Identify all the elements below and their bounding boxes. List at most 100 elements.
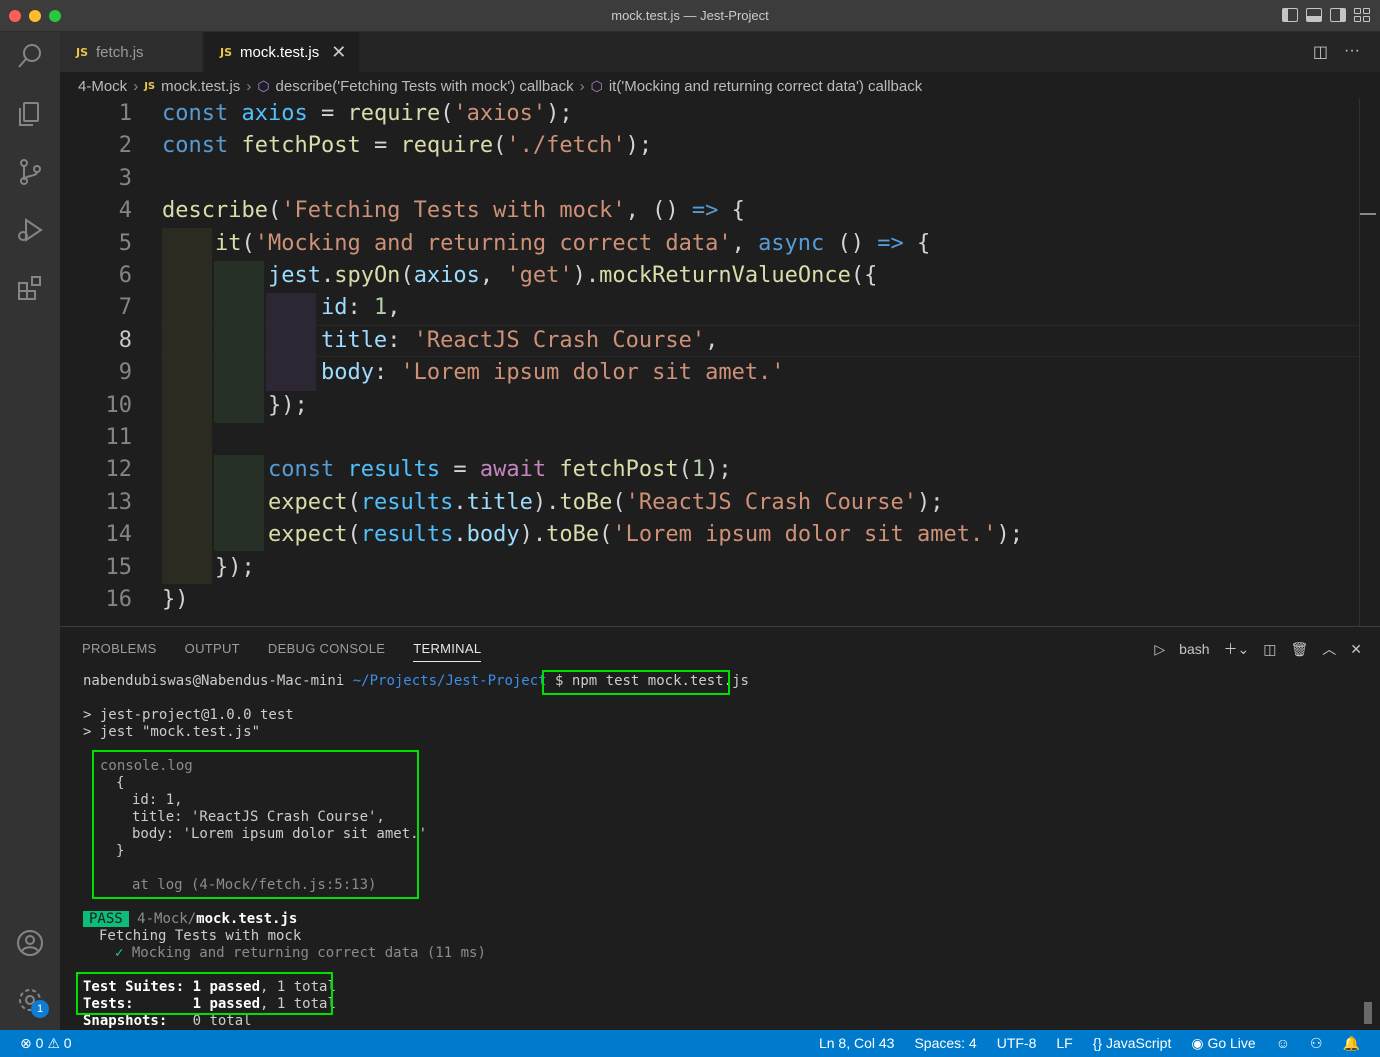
line-number: 14 (105, 522, 133, 547)
tab-problems[interactable]: PROBLEMS (82, 641, 157, 662)
javascript-file-icon: JS (144, 80, 156, 92)
line-number: 2 (118, 133, 132, 158)
line-number: 15 (105, 555, 133, 580)
window-title: mock.test.js — Jest-Project (611, 8, 769, 23)
line-number: 5 (118, 231, 132, 256)
notifications-bell-icon[interactable]: 🔔 (1343, 1035, 1360, 1052)
customize-layout-icon[interactable] (1354, 8, 1370, 22)
code-line: }); (162, 393, 308, 418)
code-line: expect(results.title).toBe('ReactJS Cras… (267, 490, 944, 515)
toggle-sidebar-icon[interactable] (1282, 8, 1298, 22)
new-terminal-icon[interactable]: ＋⌄ (1224, 639, 1250, 659)
code-line: body: 'Lorem ipsum dolor sit amet.' (320, 360, 785, 385)
split-editor-icon[interactable]: ◫ (1313, 42, 1328, 62)
error-icon: ⊗ (20, 1035, 32, 1051)
line-number: 8 (118, 328, 132, 353)
breadcrumb-describe[interactable]: describe('Fetching Tests with mock') cal… (276, 78, 574, 95)
search-icon[interactable] (14, 40, 46, 72)
chevron-right-icon: › (246, 77, 252, 95)
line-number: 6 (118, 263, 132, 288)
maximize-panel-icon[interactable]: ︿ (1322, 639, 1336, 659)
tab-mock-test-js[interactable]: JS mock.test.js ✕ (204, 32, 359, 72)
terminal-output-line: > jest-project@1.0.0 test (83, 707, 294, 723)
run-debug-icon[interactable] (14, 214, 46, 246)
broadcast-icon: ◉ (1191, 1035, 1204, 1051)
overview-ruler-cursor (1360, 213, 1376, 215)
code-editor[interactable]: 1 const axios = require('axios'); 2 const … (60, 98, 1380, 626)
line-number: 3 (118, 166, 132, 191)
code-line: const results = await fetchPost(1); (267, 457, 732, 482)
line-number: 16 (105, 587, 133, 612)
terminal-shell-name[interactable]: bash (1179, 641, 1209, 657)
line-number: 7 (118, 295, 132, 320)
tab-label: mock.test.js (240, 43, 320, 61)
settings-update-badge: 1 (31, 1000, 49, 1018)
terminal-scrollbar-thumb[interactable] (1364, 1002, 1372, 1024)
language-mode[interactable]: {} JavaScript (1093, 1035, 1172, 1052)
code-line: }); (162, 555, 255, 580)
tab-output[interactable]: OUTPUT (185, 641, 240, 662)
go-live-button[interactable]: ◉ Go Live (1191, 1035, 1255, 1052)
code-line: describe('Fetching Tests with mock', () … (162, 198, 745, 223)
copilot-icon[interactable]: ☺ (1276, 1035, 1290, 1052)
close-tab-icon[interactable]: ✕ (331, 42, 346, 63)
code-line: const fetchPost = require('./fetch'); (162, 133, 653, 158)
symbol-method-icon: ⬡ (257, 77, 270, 94)
trash-icon[interactable]: 🗑 (1290, 641, 1308, 658)
test-result-line: PASS 4-Mock/mock.test.js (83, 911, 297, 928)
editor-scrollbar[interactable] (1359, 98, 1360, 626)
cursor-position[interactable]: Ln 8, Col 43 (819, 1035, 895, 1052)
chevron-right-icon: › (133, 77, 139, 95)
more-actions-icon[interactable]: ··· (1344, 42, 1360, 62)
tab-fetch-js[interactable]: JS fetch.js (60, 32, 203, 72)
activity-bar (0, 32, 60, 1030)
javascript-file-icon: JS (76, 45, 89, 59)
line-number: 11 (105, 425, 133, 450)
summary-highlight-box (76, 972, 333, 1015)
eol-status[interactable]: LF (1056, 1035, 1072, 1052)
test-suite-name: Fetching Tests with mock (99, 928, 302, 944)
indentation-status[interactable]: Spaces: 4 (914, 1035, 976, 1052)
check-icon: ✓ (115, 945, 124, 961)
code-line: id: 1, (320, 295, 401, 320)
close-panel-icon[interactable]: ✕ (1350, 641, 1362, 658)
line-number: 10 (105, 393, 133, 418)
code-line: jest.spyOn(axios, 'get').mockReturnValue… (267, 263, 878, 288)
status-bar: ⊗ 0 ⚠ 0 Ln 8, Col 43 Spaces: 4 UTF-8 LF … (0, 1030, 1380, 1057)
toggle-panel-icon[interactable] (1306, 8, 1322, 22)
warning-icon: ⚠ (47, 1035, 60, 1051)
command-highlight-box (542, 670, 730, 695)
tab-terminal[interactable]: TERMINAL (413, 641, 482, 662)
split-terminal-icon[interactable]: ◫ (1263, 641, 1276, 658)
encoding-status[interactable]: UTF-8 (997, 1035, 1037, 1052)
account-icon[interactable] (14, 927, 46, 959)
code-line: expect(results.body).toBe('Lorem ipsum d… (267, 522, 1023, 547)
symbol-method-icon: ⬡ (590, 77, 603, 94)
code-line: title: 'ReactJS Crash Course', (320, 328, 719, 353)
breadcrumb-folder[interactable]: 4-Mock (78, 78, 127, 95)
line-number: 9 (118, 360, 132, 385)
breadcrumb: 4-Mock › JS mock.test.js › ⬡ describe('F… (78, 74, 922, 98)
terminal-output-line: > jest "mock.test.js" (83, 724, 261, 740)
test-case-line: ✓ Mocking and returning correct data (11… (115, 945, 486, 961)
line-number: 4 (118, 198, 132, 223)
summary-snapshots: Snapshots: 0 total (83, 1013, 252, 1029)
terminal-icon: ▷ (1154, 640, 1166, 657)
javascript-file-icon: JS (220, 45, 233, 59)
pass-badge: PASS (83, 911, 129, 927)
line-number: 12 (105, 457, 133, 482)
console-log-highlight-box (92, 750, 419, 899)
line-number: 1 (118, 101, 132, 126)
code-line: }) (162, 587, 189, 612)
breadcrumb-file[interactable]: mock.test.js (161, 78, 240, 95)
problems-status[interactable]: ⊗ 0 ⚠ 0 (20, 1035, 72, 1052)
breadcrumb-it[interactable]: it('Mocking and returning correct data')… (609, 78, 922, 95)
source-control-icon[interactable] (14, 156, 46, 188)
tab-debug-console[interactable]: DEBUG CONSOLE (268, 641, 385, 662)
editor-tab-bar: JS fetch.js JS mock.test.js ✕ ◫ ··· (60, 32, 1380, 72)
code-line: it('Mocking and returning correct data',… (214, 231, 931, 256)
explorer-icon[interactable] (14, 98, 46, 130)
feedback-icon[interactable]: ⚇ (1310, 1035, 1323, 1052)
toggle-secondary-sidebar-icon[interactable] (1330, 8, 1346, 22)
extensions-icon[interactable] (14, 272, 46, 304)
